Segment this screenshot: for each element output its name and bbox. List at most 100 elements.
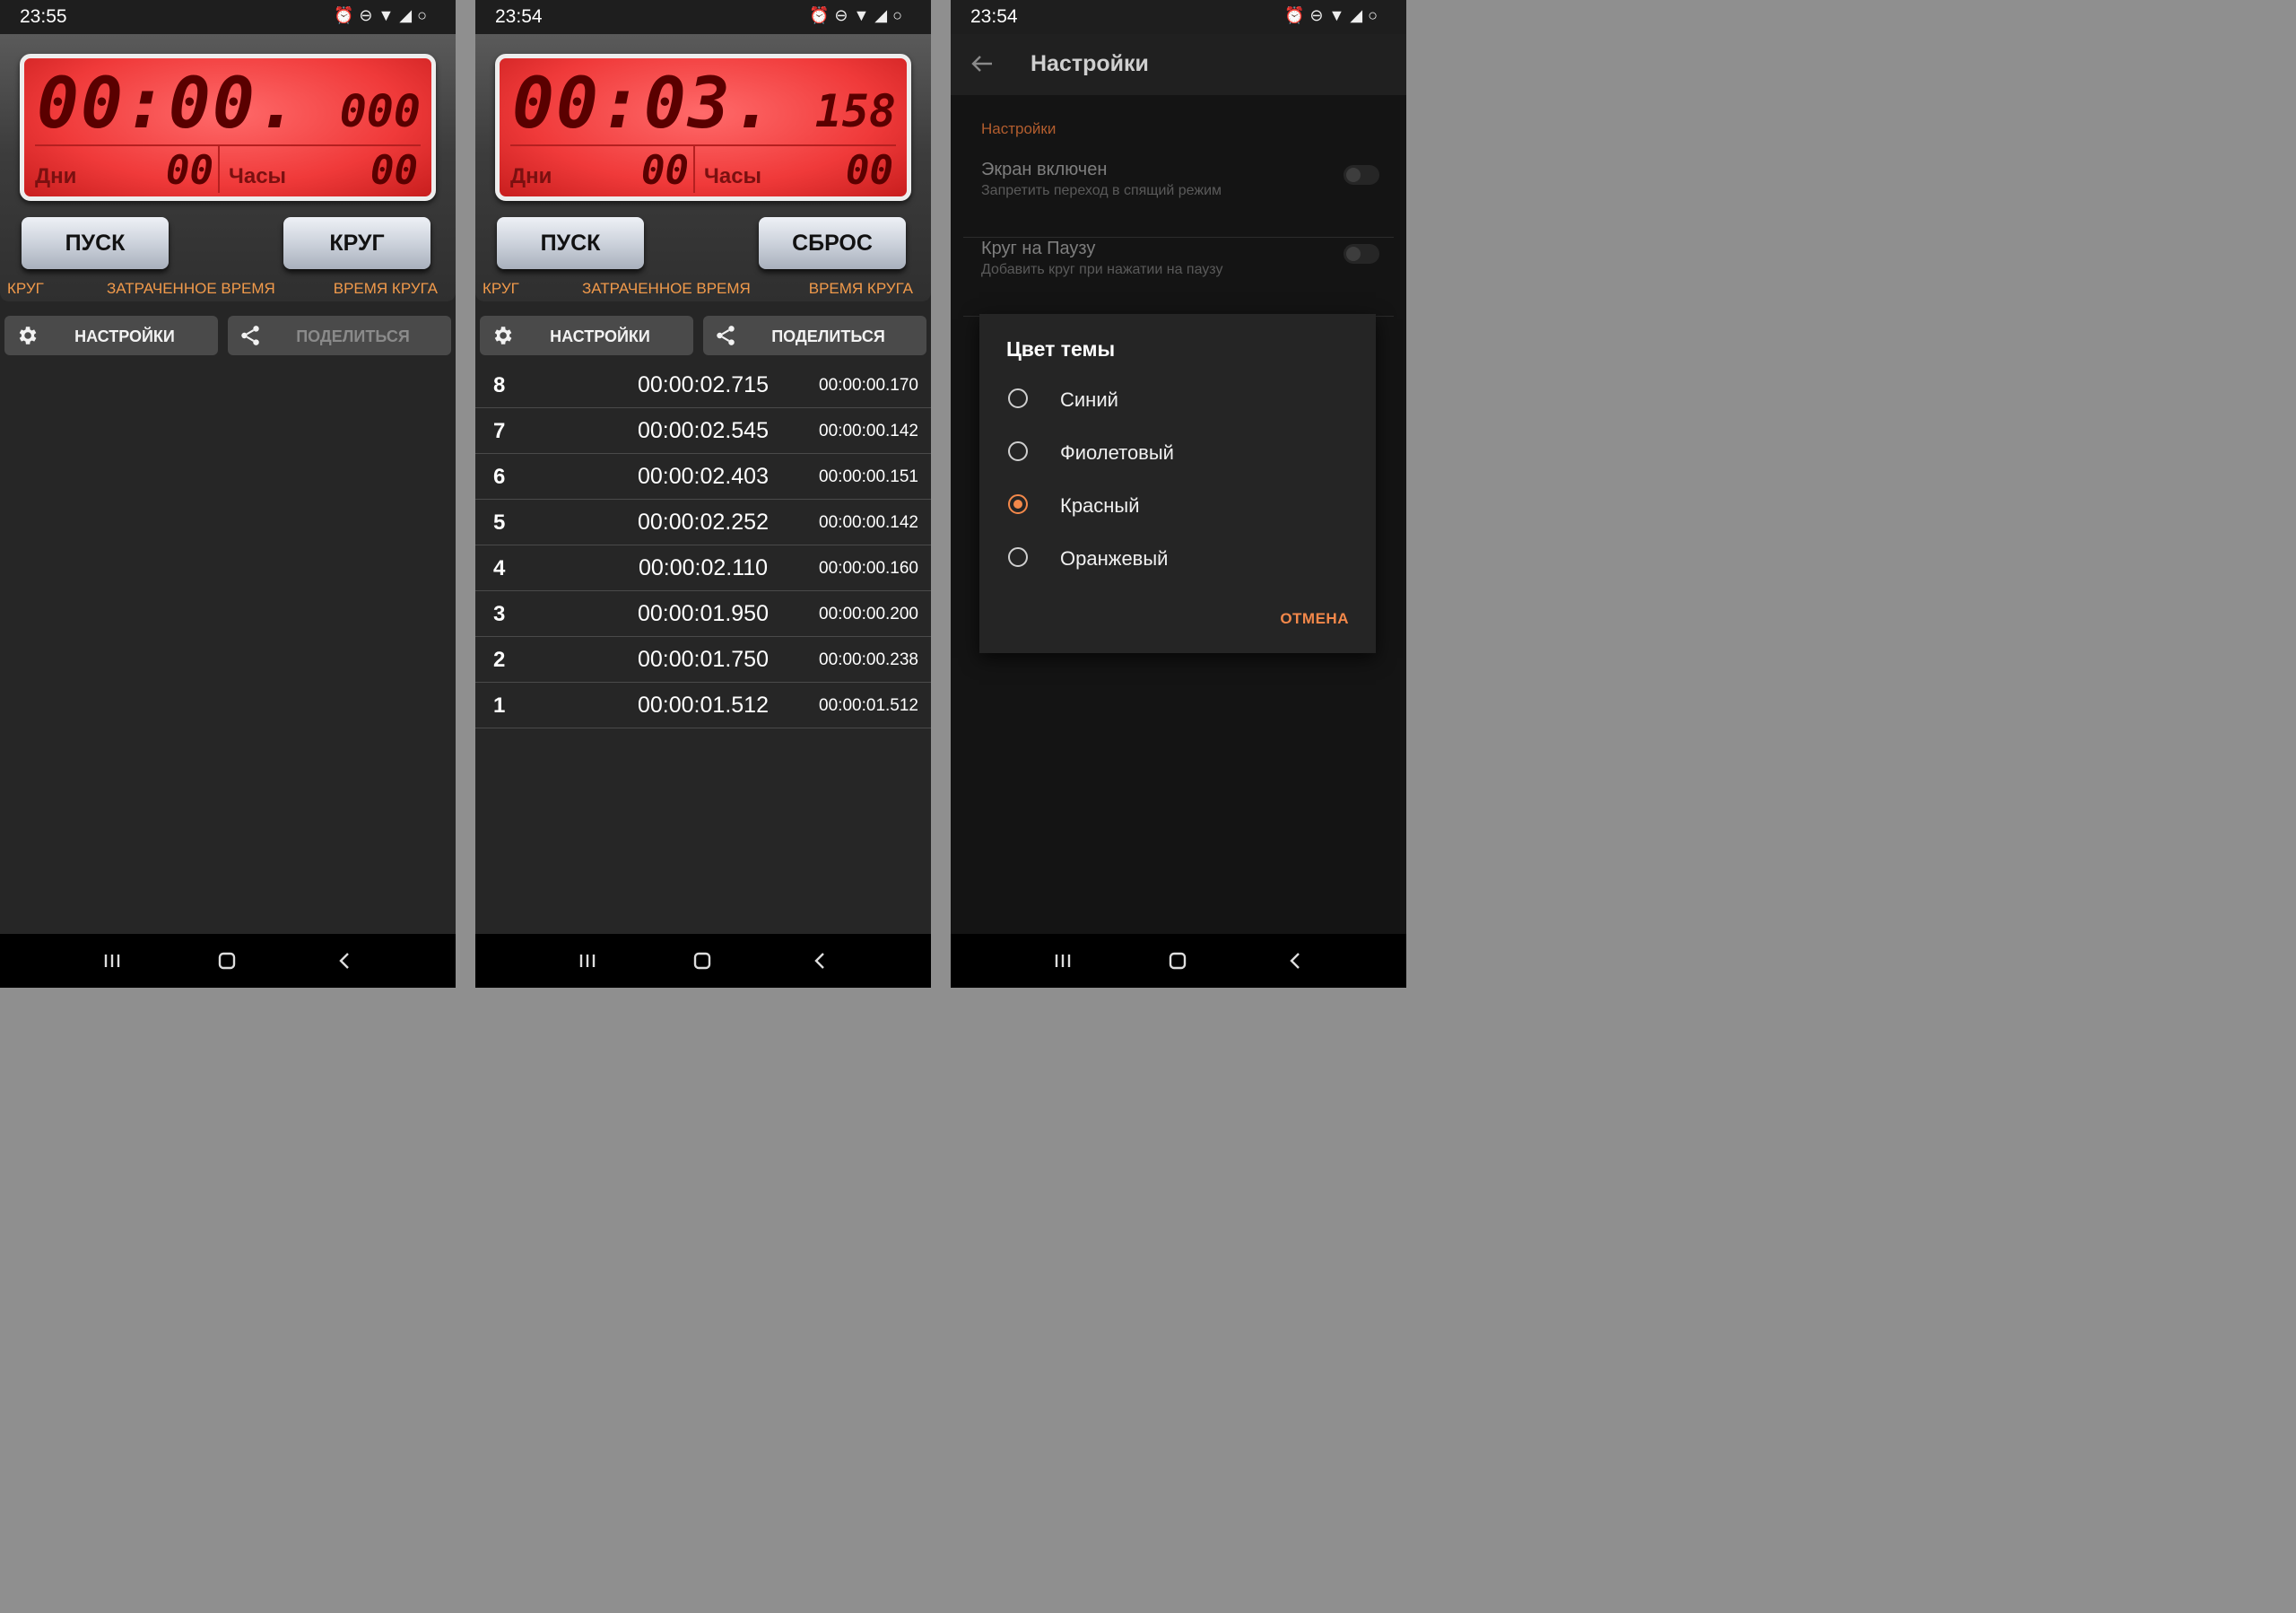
status-bar: 23:54 ⏰⊖▼◢○: [475, 0, 931, 34]
lcd-divider: [35, 144, 421, 146]
pref-title: Круг на Паузу: [981, 239, 1096, 258]
col-lap: КРУГ: [483, 280, 519, 297]
lcd-hours-label: Часы: [704, 164, 762, 188]
radio-button-selected[interactable]: [1008, 494, 1028, 514]
column-headers: КРУГ ЗАТРАЧЕННОЕ ВРЕМЯ ВРЕМЯ КРУГА: [475, 280, 931, 300]
section-header: Настройки: [981, 120, 1057, 137]
pref-title: Экран включен: [981, 160, 1108, 179]
share-label: ПОДЕЛИТЬСЯ: [296, 327, 410, 345]
col-elapsed: ЗАТРАЧЕННОЕ ВРЕМЯ: [107, 280, 275, 297]
status-bar: 23:54 ⏰⊖▼◢○: [951, 0, 1406, 34]
status-icons: ⏰⊖▼◢○: [808, 6, 908, 24]
lcd-main-time: 00:03.: [512, 64, 776, 144]
status-time: 23:54: [970, 6, 1018, 27]
option-blue[interactable]: Синий: [1006, 382, 1356, 418]
lcd-hours: 00: [370, 148, 418, 194]
start-button[interactable]: ПУСК: [22, 217, 169, 269]
toggle-switch[interactable]: [1344, 165, 1379, 185]
back-icon[interactable]: [807, 948, 834, 973]
col-lap-time: ВРЕМЯ КРУГА: [333, 280, 438, 297]
lcd-days-label: Дни: [35, 164, 77, 188]
lcd-hours: 00: [846, 148, 893, 194]
status-time: 23:54: [495, 6, 543, 27]
lap-time: 00:00:00.238: [819, 650, 918, 669]
option-label: Красный: [1060, 494, 1140, 517]
lap-time: 00:00:00.142: [819, 422, 918, 440]
home-icon[interactable]: [1164, 948, 1191, 973]
nav-bar: [475, 934, 931, 988]
option-violet[interactable]: Фиолетовый: [1006, 435, 1356, 471]
lcd-days: 00: [166, 148, 213, 194]
nav-bar: [0, 934, 456, 988]
lcd-main-time: 00:00.: [37, 64, 300, 144]
start-button[interactable]: ПУСК: [497, 217, 644, 269]
lap-time: 00:00:01.512: [819, 696, 918, 715]
lcd-display: 00:00. 000 Дни 00 Часы 00: [20, 54, 436, 201]
share-label: ПОДЕЛИТЬСЯ: [771, 327, 885, 345]
arrow-left-icon[interactable]: [969, 50, 996, 77]
radio-button[interactable]: [1008, 388, 1028, 408]
lap-row: 5 00:00:02.252 00:00:00.142: [475, 500, 931, 545]
share-button[interactable]: ПОДЕЛИТЬСЯ: [228, 316, 451, 355]
radio-button[interactable]: [1008, 441, 1028, 461]
column-headers: КРУГ ЗАТРАЧЕННОЕ ВРЕМЯ ВРЕМЯ КРУГА: [0, 280, 456, 300]
lap-row: 4 00:00:02.110 00:00:00.160: [475, 545, 931, 591]
lcd-vertical-divider: [218, 146, 220, 193]
settings-toolbar: Настройки: [951, 34, 1406, 95]
recents-icon[interactable]: [99, 948, 126, 973]
lap-button[interactable]: КРУГ: [283, 217, 430, 269]
status-icons: ⏰⊖▼◢○: [1283, 6, 1383, 24]
page-title: Настройки: [1031, 51, 1149, 76]
lcd-days: 00: [641, 148, 689, 194]
option-label: Оранжевый: [1060, 547, 1169, 570]
lcd-milliseconds: 000: [339, 85, 421, 137]
settings-label: НАСТРОЙКИ: [550, 327, 650, 345]
lap-time: 00:00:00.170: [819, 376, 918, 395]
share-button[interactable]: ПОДЕЛИТЬСЯ: [703, 316, 926, 355]
lap-row: 7 00:00:02.545 00:00:00.142: [475, 408, 931, 454]
cancel-button[interactable]: ОТМЕНА: [1280, 610, 1349, 628]
pref-summary: Запретить переход в спящий режим: [981, 183, 1222, 198]
option-orange[interactable]: Оранжевый: [1006, 541, 1356, 577]
col-lap: КРУГ: [7, 280, 44, 297]
back-icon[interactable]: [332, 948, 359, 973]
lap-time: 00:00:00.142: [819, 513, 918, 532]
status-bar: 23:55 ⏰⊖▼◢○: [0, 0, 456, 34]
reset-button[interactable]: СБРОС: [759, 217, 906, 269]
settings-label: НАСТРОЙКИ: [74, 327, 175, 345]
lap-time: 00:00:00.200: [819, 605, 918, 623]
back-icon[interactable]: [1283, 948, 1309, 973]
radio-button[interactable]: [1008, 547, 1028, 567]
lcd-milliseconds: 158: [814, 85, 896, 137]
lap-row: 6 00:00:02.403 00:00:00.151: [475, 454, 931, 500]
settings-screen: 23:54 ⏰⊖▼◢○ Настройки Настройки Экран вк…: [951, 0, 1406, 988]
lap-list: 8 00:00:02.715 00:00:00.170 7 00:00:02.545 0…: [475, 362, 931, 728]
lap-time: 00:00:00.160: [819, 559, 918, 578]
option-label: Синий: [1060, 388, 1118, 411]
option-label: Фиолетовый: [1060, 441, 1174, 464]
home-icon[interactable]: [689, 948, 716, 973]
stopwatch-screen-laps: 23:54 ⏰⊖▼◢○ 00:03. 158 Дни 00 Часы 00 ПУ…: [475, 0, 931, 988]
lap-row: 1 00:00:01.512 00:00:01.512: [475, 683, 931, 728]
lcd-vertical-divider: [693, 146, 695, 193]
lcd-days-label: Дни: [510, 164, 552, 188]
col-elapsed: ЗАТРАЧЕННОЕ ВРЕМЯ: [582, 280, 751, 297]
settings-button[interactable]: НАСТРОЙКИ: [4, 316, 218, 355]
recents-icon[interactable]: [1049, 948, 1076, 973]
lap-row: 2 00:00:01.750 00:00:00.238: [475, 637, 931, 683]
lcd-display: 00:03. 158 Дни 00 Часы 00: [495, 54, 911, 201]
lcd-hours-label: Часы: [229, 164, 287, 188]
stopwatch-header: 00:03. 158 Дни 00 Часы 00 ПУСК СБРОС КРУ…: [475, 34, 931, 301]
settings-button[interactable]: НАСТРОЙКИ: [480, 316, 693, 355]
home-icon[interactable]: [213, 948, 240, 973]
pref-lap-on-pause[interactable]: Круг на Паузу Добавить круг при нажатии …: [963, 239, 1394, 317]
toggle-switch[interactable]: [1344, 244, 1379, 264]
status-icons: ⏰⊖▼◢○: [333, 6, 432, 24]
lap-time: 00:00:00.151: [819, 467, 918, 486]
stopwatch-header: 00:00. 000 Дни 00 Часы 00 ПУСК КРУГ КРУГ…: [0, 34, 456, 301]
nav-bar: [951, 934, 1406, 988]
pref-screen-on[interactable]: Экран включен Запретить переход в спящий…: [963, 160, 1394, 238]
option-red[interactable]: Красный: [1006, 488, 1356, 524]
status-time: 23:55: [20, 6, 67, 27]
recents-icon[interactable]: [574, 948, 601, 973]
